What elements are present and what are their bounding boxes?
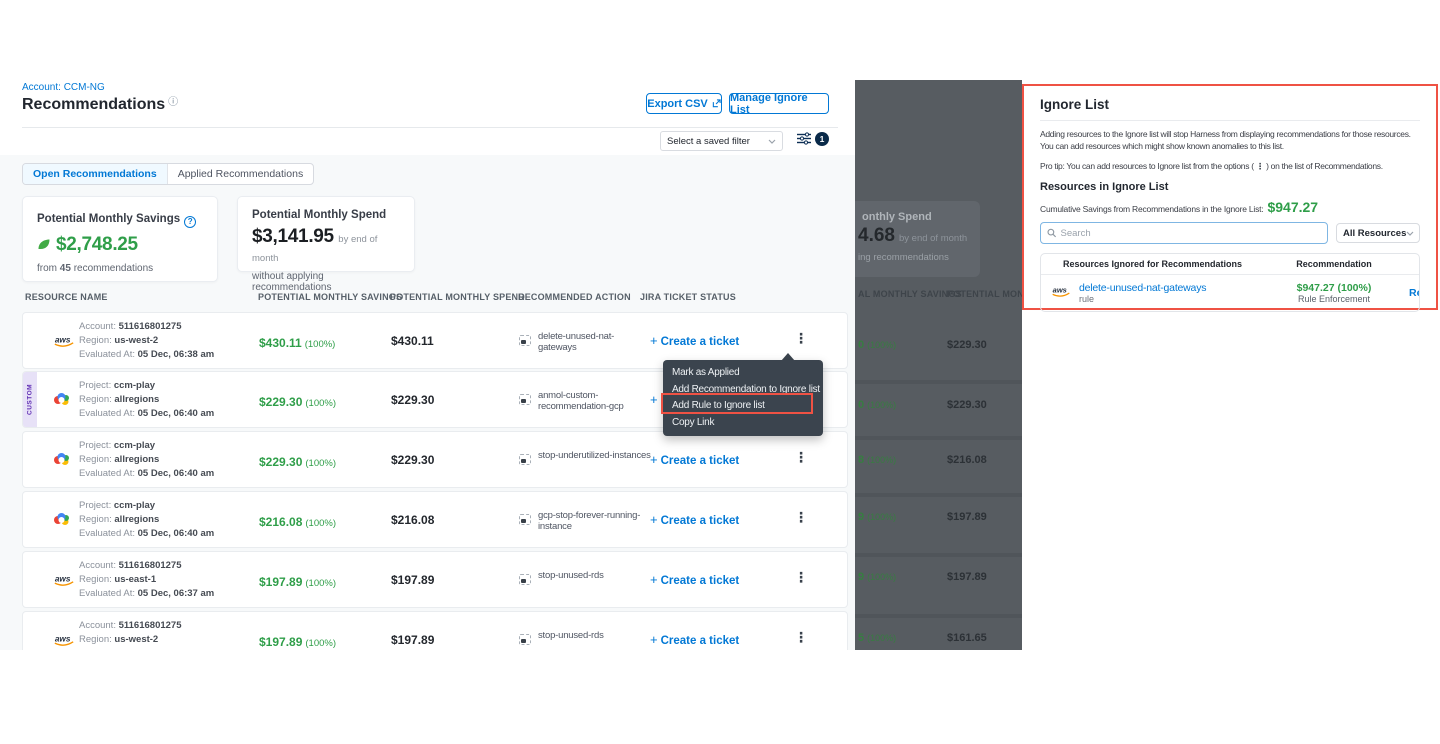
recommended-action: delete-unused-nat-gateways xyxy=(538,331,652,353)
ignore-list-title: Ignore List xyxy=(1040,97,1420,112)
rule-icon xyxy=(519,454,531,465)
menu-item-mark-as-applied[interactable]: Mark as Applied xyxy=(663,365,823,382)
manage-ignore-list-button[interactable]: Manage Ignore List xyxy=(729,93,829,114)
ignored-rule-link[interactable]: delete-unused-nat-gateways xyxy=(1079,282,1206,294)
page-title: Recommendationsⓘ xyxy=(22,93,178,114)
gcp-icon xyxy=(53,452,70,471)
header-divider xyxy=(22,127,838,128)
external-link-icon xyxy=(712,99,721,108)
ignore-list-table: Resources Ignored for Recommendations Re… xyxy=(1040,253,1420,312)
svg-text:aws: aws xyxy=(1053,285,1067,294)
recommendations-tabs: Open Recommendations Applied Recommendat… xyxy=(22,163,314,185)
table-row[interactable]: Project: ccm-playRegion: allregionsEvalu… xyxy=(22,491,848,548)
ignored-rule-type: rule xyxy=(1079,294,1206,304)
ignore-list-search[interactable] xyxy=(1040,222,1328,244)
help-icon[interactable]: ? xyxy=(184,216,196,228)
recommended-action: stop-underutilized-instances xyxy=(538,450,652,461)
ignored-recommendation-type: Rule Enforcement xyxy=(1259,294,1409,304)
chevron-down-icon xyxy=(768,139,776,144)
resource-type-select[interactable]: All Resources xyxy=(1336,223,1420,243)
create-ticket-link[interactable]: +Create a ticket xyxy=(650,333,739,348)
create-ticket-link[interactable]: +Create a ticket xyxy=(650,512,739,527)
dimmed-card-sub: ing recommendations xyxy=(858,252,949,263)
search-input[interactable] xyxy=(1061,228,1322,239)
savings-amount: $2,748.25 xyxy=(56,234,138,256)
custom-tag: CUSTOM xyxy=(23,372,37,427)
col-recommended-action: RECOMMENDED ACTION xyxy=(518,292,631,302)
filter-count-badge: 1 xyxy=(815,132,829,146)
gcp-icon xyxy=(53,392,70,411)
options-dots-icon: ⋮ xyxy=(1256,161,1264,171)
menu-item-add-recommendation-to-ignore-list[interactable]: Add Recommendation to Ignore list xyxy=(663,382,823,399)
panel-divider xyxy=(1040,120,1420,121)
ignore-list-row: aws delete-unused-nat-gatewaysrule $947.… xyxy=(1041,275,1419,311)
filter-button[interactable]: 1 xyxy=(797,132,829,150)
col-potential-spend: POTENTIAL MONTHLY SPEND xyxy=(390,292,525,302)
cumulative-savings: Cumulative Savings from Recommendations … xyxy=(1040,199,1420,215)
create-ticket-link[interactable]: +Create a ticket xyxy=(650,452,739,467)
recommended-action: gcp-stop-forever-running-instance xyxy=(538,510,652,532)
tab-applied-recommendations[interactable]: Applied Recommendations xyxy=(167,164,314,184)
aws-icon: aws xyxy=(1051,284,1071,303)
chevron-down-icon xyxy=(1406,231,1414,236)
table-row[interactable]: aws Account: 511616801275Region: us-east… xyxy=(22,551,848,608)
ignore-list-description-line2: You can add resources which might show k… xyxy=(1040,140,1420,152)
ignore-list-description-line1: Adding resources to the Ignore list will… xyxy=(1040,128,1420,140)
dimmed-card-amount: 4.68by end of month xyxy=(858,225,967,247)
dimmed-col-spend: POTENTIAL MONTHL xyxy=(947,289,1022,299)
spend-amount: $3,141.95 xyxy=(252,226,334,247)
leaf-icon xyxy=(37,238,51,251)
col-potential-savings: POTENTIAL MONTHLY SAVINGS xyxy=(258,292,402,302)
recommended-action: anmol-custom-recommendation-gcp xyxy=(538,390,652,412)
dimmed-card-title: onthly Spend xyxy=(862,211,932,223)
col-resources-ignored: Resources Ignored for Recommendations xyxy=(1041,259,1259,269)
ignore-list-protip: Pro tip: You can add resources to Ignore… xyxy=(1040,160,1420,172)
info-icon[interactable]: ⓘ xyxy=(168,97,178,108)
rule-icon xyxy=(519,634,531,645)
potential-monthly-savings-card: Potential Monthly Savings? $2,748.25 fro… xyxy=(22,196,218,282)
row-options-button[interactable]: ⋮ xyxy=(794,509,808,526)
aws-icon: aws xyxy=(53,572,75,592)
remove-button[interactable]: Remove xyxy=(1409,287,1420,299)
export-csv-button[interactable]: Export CSV xyxy=(646,93,722,114)
resources-in-ignore-list-title: Resources in Ignore List xyxy=(1040,181,1420,193)
dimmed-recommendations-page: onthly Spend 4.68by end of month ing rec… xyxy=(855,80,1022,650)
saved-filter-select[interactable]: Select a saved filter xyxy=(660,131,783,151)
row-context-menu: Mark as Applied Add Recommendation to Ig… xyxy=(663,360,823,436)
ignore-list-panel: Ignore List Adding resources to the Igno… xyxy=(1022,84,1438,310)
col-resource-name: RESOURCE NAME xyxy=(25,292,108,302)
svg-text:aws: aws xyxy=(55,634,71,643)
create-ticket-link[interactable]: +Create a ticket xyxy=(650,572,739,587)
col-recommendation: Recommendation xyxy=(1259,259,1409,269)
row-options-button[interactable]: ⋮ xyxy=(794,449,808,466)
gcp-icon xyxy=(53,512,70,531)
recommended-action: stop-unused-rds xyxy=(538,630,652,641)
menu-item-copy-link[interactable]: Copy Link xyxy=(663,415,823,432)
menu-item-add-rule-to-ignore-list[interactable]: Add Rule to Ignore list xyxy=(663,398,823,415)
row-options-button[interactable]: ⋮ xyxy=(794,629,808,646)
col-jira-ticket-status: JIRA TICKET STATUS xyxy=(640,292,736,302)
filter-icon xyxy=(797,132,813,145)
search-icon xyxy=(1047,228,1057,238)
row-options-button[interactable]: ⋮ xyxy=(794,330,808,347)
recommended-action: stop-unused-rds xyxy=(538,570,652,581)
recommendations-page: Account: CCM-NG Recommendationsⓘ Export … xyxy=(0,80,855,650)
rule-icon xyxy=(519,394,531,405)
tab-open-recommendations[interactable]: Open Recommendations xyxy=(23,164,167,184)
rule-icon xyxy=(519,514,531,525)
svg-text:aws: aws xyxy=(55,335,71,344)
table-row[interactable]: aws Account: 511616801275Region: us-west… xyxy=(22,611,848,650)
breadcrumb[interactable]: Account: CCM-NG xyxy=(22,82,105,93)
row-options-button[interactable]: ⋮ xyxy=(794,569,808,586)
aws-icon: aws xyxy=(53,333,75,353)
ignored-savings: $947.27 (100%) xyxy=(1259,282,1409,294)
rule-icon xyxy=(519,335,531,346)
table-row[interactable]: Project: ccm-playRegion: allregionsEvalu… xyxy=(22,431,848,488)
potential-monthly-spend-card: Potential Monthly Spend $3,141.95 by end… xyxy=(237,196,415,272)
svg-text:aws: aws xyxy=(55,574,71,583)
cumulative-savings-value: $947.27 xyxy=(1267,199,1318,215)
rule-icon xyxy=(519,574,531,585)
create-ticket-link[interactable]: +Create a ticket xyxy=(650,632,739,647)
aws-icon: aws xyxy=(53,632,75,650)
